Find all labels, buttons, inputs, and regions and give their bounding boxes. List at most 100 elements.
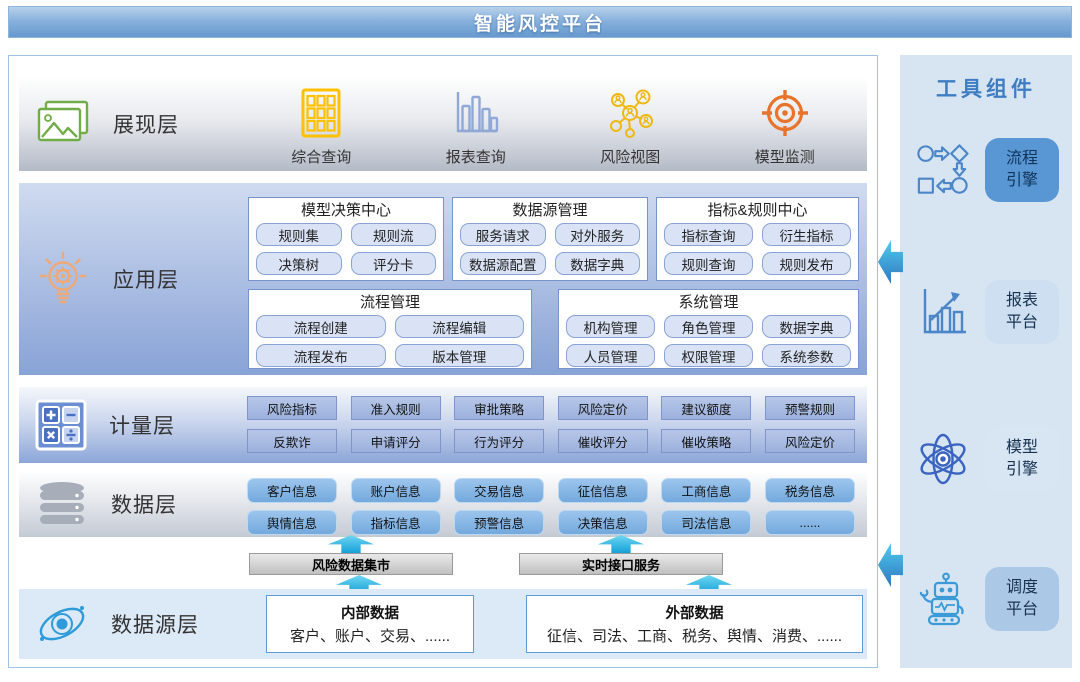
target-icon bbox=[761, 89, 809, 137]
module-pill: 流程发布 bbox=[256, 344, 386, 367]
tool-report-platform: 报表平台 bbox=[900, 277, 1072, 347]
tool-button-report-platform: 报表平台 bbox=[985, 280, 1059, 344]
measurement-layer: 计量层 风险指标 准入规则 审批策略 风险定价 建议额度 预警规则 反欺诈 申请… bbox=[19, 387, 867, 463]
measure-button: 催收策略 bbox=[661, 429, 751, 453]
module-pill: 流程创建 bbox=[256, 315, 386, 338]
group-datasource-management: 数据源管理 服务请求 对外服务 数据源配置 数据字典 bbox=[452, 197, 648, 281]
internal-data-title: 内部数据 bbox=[341, 602, 399, 623]
pictures-icon bbox=[35, 99, 91, 149]
tool-button-model-engine: 模型引擎 bbox=[985, 427, 1059, 491]
datasource-layer-head: 数据源层 bbox=[35, 589, 199, 659]
data-layer: 数据层 客户信息 账户信息 交易信息 征信信息 工商信息 税务信息 舆情信息 指… bbox=[19, 471, 867, 537]
measure-button: 准入规则 bbox=[351, 396, 441, 420]
module-pill: 人员管理 bbox=[566, 344, 655, 367]
external-data-title: 外部数据 bbox=[666, 602, 724, 623]
measure-button: 建议额度 bbox=[661, 396, 751, 420]
data-button: 交易信息 bbox=[454, 478, 544, 503]
presentation-item-label: 综合查询 bbox=[291, 146, 351, 167]
data-button: 税务信息 bbox=[765, 478, 855, 503]
datasource-layer-label: 数据源层 bbox=[111, 609, 199, 639]
module-pill: 数据字典 bbox=[762, 315, 851, 338]
tool-components-panel: 工具组件 流程引擎 bbox=[900, 55, 1072, 668]
internal-data-desc: 客户、账户、交易、...... bbox=[290, 625, 450, 646]
calculator-icon bbox=[35, 399, 87, 451]
measure-button: 预警规则 bbox=[765, 396, 855, 420]
group-model-decision-center: 模型决策中心 规则集 规则流 决策树 评分卡 bbox=[248, 197, 444, 281]
module-pill: 规则查询 bbox=[664, 252, 753, 275]
application-layer: 应用层 模型决策中心 规则集 规则流 决策树 评分卡 数据源管理 服务请求 对外… bbox=[19, 183, 867, 375]
flowchart-icon bbox=[916, 142, 970, 198]
platform-title: 智能风控平台 bbox=[474, 9, 606, 36]
module-pill: 对外服务 bbox=[555, 223, 641, 246]
module-pill: 数据源配置 bbox=[460, 252, 546, 275]
measure-button: 行为评分 bbox=[454, 429, 544, 453]
data-button: 工商信息 bbox=[661, 478, 751, 503]
main-panel: 展现层 综合查询 bbox=[8, 55, 878, 668]
measure-button: 风险指标 bbox=[247, 396, 337, 420]
application-layer-label: 应用层 bbox=[113, 264, 179, 294]
module-pill: 流程编辑 bbox=[395, 315, 525, 338]
module-pill: 系统参数 bbox=[762, 344, 851, 367]
external-data-box: 外部数据 征信、司法、工商、税务、舆情、消费、...... bbox=[526, 595, 863, 653]
data-button: 预警信息 bbox=[454, 510, 544, 535]
presentation-item-report: 报表查询 bbox=[420, 82, 532, 171]
tool-components-title: 工具组件 bbox=[900, 73, 1072, 103]
data-button: 征信信息 bbox=[558, 478, 648, 503]
presentation-items: 综合查询 报表查询 bbox=[244, 82, 862, 171]
tool-model-engine: 模型引擎 bbox=[900, 424, 1072, 494]
measure-button: 风险定价 bbox=[558, 396, 648, 420]
module-pill: 衍生指标 bbox=[762, 223, 851, 246]
risk-platform-diagram: 智能风控平台 展现层 bbox=[0, 0, 1080, 682]
presentation-item-label: 报表查询 bbox=[446, 146, 506, 167]
group-process-management: 流程管理 流程创建 流程编辑 流程发布 版本管理 bbox=[248, 289, 532, 369]
group-indicator-rule-center: 指标&规则中心 指标查询 衍生指标 规则查询 规则发布 bbox=[656, 197, 859, 281]
group-title: 指标&规则中心 bbox=[664, 200, 851, 221]
presentation-item-label: 风险视图 bbox=[600, 146, 660, 167]
galaxy-icon bbox=[35, 599, 89, 649]
up-arrow bbox=[598, 535, 644, 553]
module-pill: 数据字典 bbox=[555, 252, 641, 275]
platform-banner: 智能风控平台 bbox=[8, 6, 1072, 38]
risk-data-mart-bar: 风险数据集市 bbox=[249, 553, 453, 575]
database-icon bbox=[35, 480, 89, 528]
robot-icon bbox=[917, 572, 969, 626]
data-button: 舆情信息 bbox=[247, 510, 337, 535]
module-pill: 版本管理 bbox=[395, 344, 525, 367]
tool-scheduling-platform: 调度平台 bbox=[900, 564, 1072, 634]
presentation-item-riskview: 风险视图 bbox=[574, 82, 686, 171]
bulb-gear-icon bbox=[35, 250, 91, 308]
measurement-layer-label: 计量层 bbox=[109, 410, 175, 440]
presentation-item-label: 模型监测 bbox=[755, 146, 815, 167]
external-data-desc: 征信、司法、工商、税务、舆情、消费、...... bbox=[547, 625, 842, 646]
data-button: 司法信息 bbox=[661, 510, 751, 535]
atom-icon bbox=[916, 432, 970, 486]
measure-button: 风险定价 bbox=[765, 429, 855, 453]
data-layer-head: 数据层 bbox=[35, 471, 177, 537]
tool-button-process-engine: 流程引擎 bbox=[985, 138, 1059, 202]
up-arrow bbox=[328, 535, 374, 553]
module-pill: 规则流 bbox=[351, 223, 437, 246]
presentation-layer-head: 展现层 bbox=[35, 76, 179, 171]
report-chart-icon bbox=[918, 286, 968, 338]
bar-chart-icon bbox=[453, 89, 499, 137]
measure-button: 申请评分 bbox=[351, 429, 441, 453]
data-button: 账户信息 bbox=[351, 478, 441, 503]
realtime-interface-bar: 实时接口服务 bbox=[519, 553, 723, 575]
data-layer-label: 数据层 bbox=[111, 489, 177, 519]
measure-button: 催收评分 bbox=[558, 429, 648, 453]
presentation-layer-label: 展现层 bbox=[113, 109, 179, 139]
datasource-layer: 数据源层 内部数据 客户、账户、交易、...... 外部数据 征信、司法、工商、… bbox=[19, 589, 867, 659]
module-pill: 指标查询 bbox=[664, 223, 753, 246]
measurement-layer-head: 计量层 bbox=[35, 387, 175, 463]
group-title: 系统管理 bbox=[566, 292, 851, 313]
data-button: 客户信息 bbox=[247, 478, 337, 503]
group-title: 流程管理 bbox=[256, 292, 524, 313]
tool-button-scheduling-platform: 调度平台 bbox=[985, 567, 1059, 631]
module-pill: 角色管理 bbox=[664, 315, 753, 338]
grid-icon bbox=[300, 88, 342, 138]
presentation-layer: 展现层 综合查询 bbox=[19, 76, 867, 171]
presentation-item-monitor: 模型监测 bbox=[729, 82, 841, 171]
group-title: 数据源管理 bbox=[460, 200, 640, 221]
module-pill: 服务请求 bbox=[460, 223, 546, 246]
module-pill: 评分卡 bbox=[351, 252, 437, 275]
